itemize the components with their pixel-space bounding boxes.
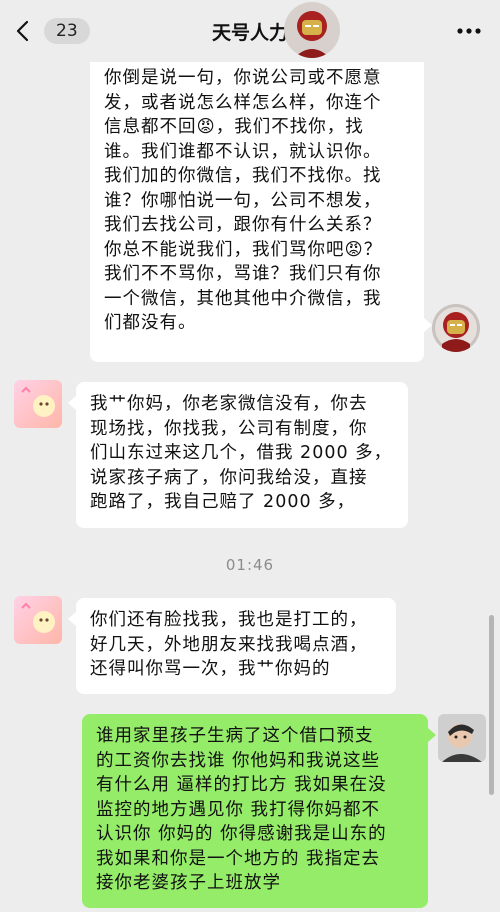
contact-avatar[interactable] [14,596,62,644]
self-avatar[interactable] [438,714,486,762]
header-avatar[interactable] [284,2,340,58]
bubble-tail [428,728,436,742]
self-avatar[interactable] [432,304,480,352]
timestamp: 01:46 [225,556,275,574]
message-bubble-3[interactable]: 你们还有脸找我，我也是打工的， 好几天，外地朋友来找我喝点酒， 还得叫你骂一次，… [76,598,396,694]
message-bubble-4[interactable]: 谁用家里孩子生病了这个借口预支 的工资你去找谁 你他妈和我说这些 有什么用 逼样… [82,714,428,908]
bubble-tail [68,396,76,410]
unread-count-badge: 23 [44,18,90,44]
more-dots-icon[interactable] [454,18,484,44]
back-button[interactable]: 23 [12,16,90,46]
chat-header: 天号人力 23 [0,0,500,62]
contact-avatar[interactable] [14,380,62,428]
scrollbar[interactable] [489,615,494,795]
message-bubble-1[interactable]: 你倒是说一句，你说公司或不愿意 发，或者说怎么样怎么样，你连个 信息都不回😡，我… [90,20,424,362]
bubble-tail [68,612,76,626]
chevron-left-icon [16,20,29,42]
bubble-tail [424,318,432,332]
message-bubble-2[interactable]: 我艹你妈，你老家微信没有，你去 现场找，你找我，公司有制度，你 们山东过来这几个… [76,382,408,528]
